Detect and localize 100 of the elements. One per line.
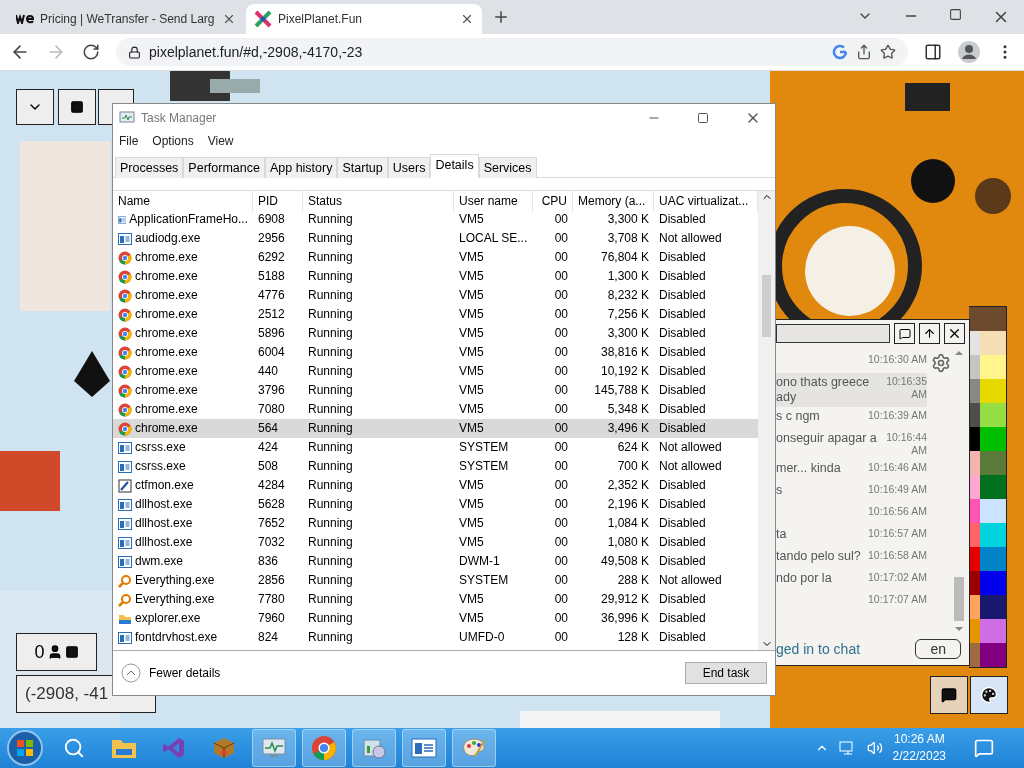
color-swatch[interactable] — [980, 355, 1006, 379]
address-bar[interactable]: pixelplanet.fun/#d,-2908,-4170,-23 — [116, 38, 908, 66]
process-name-cell[interactable]: ApplicationFrameHo... — [113, 210, 253, 229]
process-name-cell[interactable]: ctfmon.exe — [113, 476, 253, 495]
color-swatch[interactable] — [980, 619, 1006, 643]
process-name-cell[interactable]: chrome.exe — [113, 305, 253, 324]
tab[interactable]: Startup — [337, 157, 388, 178]
color-swatch[interactable] — [969, 619, 980, 643]
process-name-cell[interactable]: csrss.exe — [113, 457, 253, 476]
menu-item[interactable]: View — [207, 134, 234, 148]
process-name-cell[interactable]: Everything.exe — [113, 590, 253, 609]
color-swatch[interactable] — [969, 523, 980, 547]
color-swatch[interactable] — [980, 547, 1006, 571]
chat-button[interactable] — [930, 676, 968, 714]
taskbar-button[interactable] — [402, 729, 446, 767]
chrome-icon[interactable] — [311, 735, 337, 761]
taskbar-button[interactable] — [302, 729, 346, 767]
fewer-details-link[interactable]: Fewer details — [149, 666, 221, 680]
color-swatch[interactable] — [969, 547, 980, 571]
up-button[interactable] — [919, 323, 940, 344]
tab[interactable]: App history — [264, 157, 338, 178]
menu-item[interactable]: Options — [152, 134, 194, 148]
g-logo-icon[interactable] — [832, 44, 848, 60]
folder-icon[interactable] — [111, 737, 137, 759]
column-header[interactable]: Status — [303, 191, 454, 212]
tab[interactable]: Services — [478, 157, 537, 178]
monitor-icon[interactable] — [261, 737, 287, 759]
color-swatch[interactable] — [980, 595, 1006, 619]
process-name-cell[interactable]: chrome.exe — [113, 381, 253, 400]
color-swatch[interactable] — [980, 427, 1006, 451]
settings-icon[interactable] — [931, 353, 951, 373]
process-name-cell[interactable]: dllhost.exe — [113, 533, 253, 552]
dropdown-button[interactable] — [16, 89, 54, 125]
search-icon[interactable] — [63, 737, 85, 759]
taskbar-button[interactable] — [352, 729, 396, 767]
tab[interactable]: Details — [430, 154, 479, 178]
canvas-button[interactable] — [58, 89, 96, 125]
reload-icon[interactable] — [82, 43, 100, 61]
color-swatch[interactable] — [969, 427, 980, 451]
close-icon[interactable] — [222, 12, 236, 26]
color-swatch[interactable] — [980, 643, 1006, 667]
close-icon[interactable] — [460, 12, 474, 26]
new-tab-icon[interactable] — [492, 8, 510, 26]
notifications-icon[interactable] — [974, 738, 994, 758]
color-swatch[interactable] — [980, 403, 1006, 427]
process-name-cell[interactable]: chrome.exe — [113, 419, 253, 438]
share-icon[interactable] — [856, 44, 872, 60]
browser-tab[interactable]: PixelPlanet.Fun — [246, 4, 482, 34]
color-swatch[interactable] — [980, 499, 1006, 523]
tab[interactable]: Performance — [183, 157, 265, 178]
process-name-cell[interactable]: chrome.exe — [113, 324, 253, 343]
color-swatch[interactable] — [969, 307, 980, 331]
column-header[interactable]: PID — [253, 191, 303, 212]
color-swatch[interactable] — [969, 451, 980, 475]
process-name-cell[interactable]: chrome.exe — [113, 400, 253, 419]
color-swatch[interactable] — [969, 595, 980, 619]
profile-icon[interactable] — [958, 41, 980, 63]
tab[interactable]: Users — [387, 157, 431, 178]
process-name-cell[interactable]: chrome.exe — [113, 248, 253, 267]
color-swatch[interactable] — [969, 475, 980, 499]
column-header[interactable]: Memory (a... — [573, 191, 654, 212]
tab[interactable]: Processes — [115, 157, 184, 178]
scroll-thumb[interactable] — [762, 274, 771, 337]
process-name-cell[interactable]: audiodg.exe — [113, 229, 253, 248]
color-swatch[interactable] — [980, 475, 1006, 499]
palette-button[interactable] — [970, 676, 1008, 714]
color-swatch[interactable] — [980, 451, 1006, 475]
color-swatch[interactable] — [969, 355, 980, 379]
process-name-cell[interactable]: chrome.exe — [113, 343, 253, 362]
process-name-cell[interactable]: chrome.exe — [113, 362, 253, 381]
side-panel-icon[interactable] — [924, 43, 942, 61]
language-button[interactable]: en — [915, 639, 961, 659]
media-icon[interactable] — [361, 736, 387, 760]
color-swatch[interactable] — [969, 571, 980, 595]
taskbar-button[interactable] — [252, 729, 296, 767]
start-button-icon[interactable] — [4, 729, 46, 767]
volume-icon[interactable] — [866, 740, 883, 756]
column-header[interactable]: CPU — [533, 191, 573, 212]
infinity-icon[interactable] — [162, 736, 186, 760]
column-header[interactable]: Name — [113, 191, 253, 212]
maximize-icon[interactable] — [697, 111, 709, 124]
star-icon[interactable] — [880, 44, 896, 60]
process-name-cell[interactable]: Everything.exe — [113, 571, 253, 590]
process-name-cell[interactable]: dllhost.exe — [113, 514, 253, 533]
process-name-cell[interactable]: explorer.exe — [113, 609, 253, 628]
color-swatch[interactable] — [980, 571, 1006, 595]
process-name-cell[interactable]: dllhost.exe — [113, 495, 253, 514]
color-swatch[interactable] — [969, 331, 980, 355]
process-name-cell[interactable]: fontdrvhost.exe — [113, 628, 253, 647]
color-swatch[interactable] — [980, 379, 1006, 403]
collapse-icon[interactable] — [121, 663, 141, 683]
process-name-cell[interactable]: csrss.exe — [113, 438, 253, 457]
menu-item[interactable]: File — [119, 134, 139, 148]
color-swatch[interactable] — [969, 499, 980, 523]
taskbar-button[interactable] — [452, 729, 496, 767]
window-icon[interactable] — [411, 737, 437, 759]
clock[interactable]: 10:26 AM 2/22/2023 — [892, 731, 946, 765]
popout-button[interactable] — [894, 323, 915, 344]
end-task-button[interactable]: End task — [685, 662, 767, 684]
color-swatch[interactable] — [969, 379, 980, 403]
